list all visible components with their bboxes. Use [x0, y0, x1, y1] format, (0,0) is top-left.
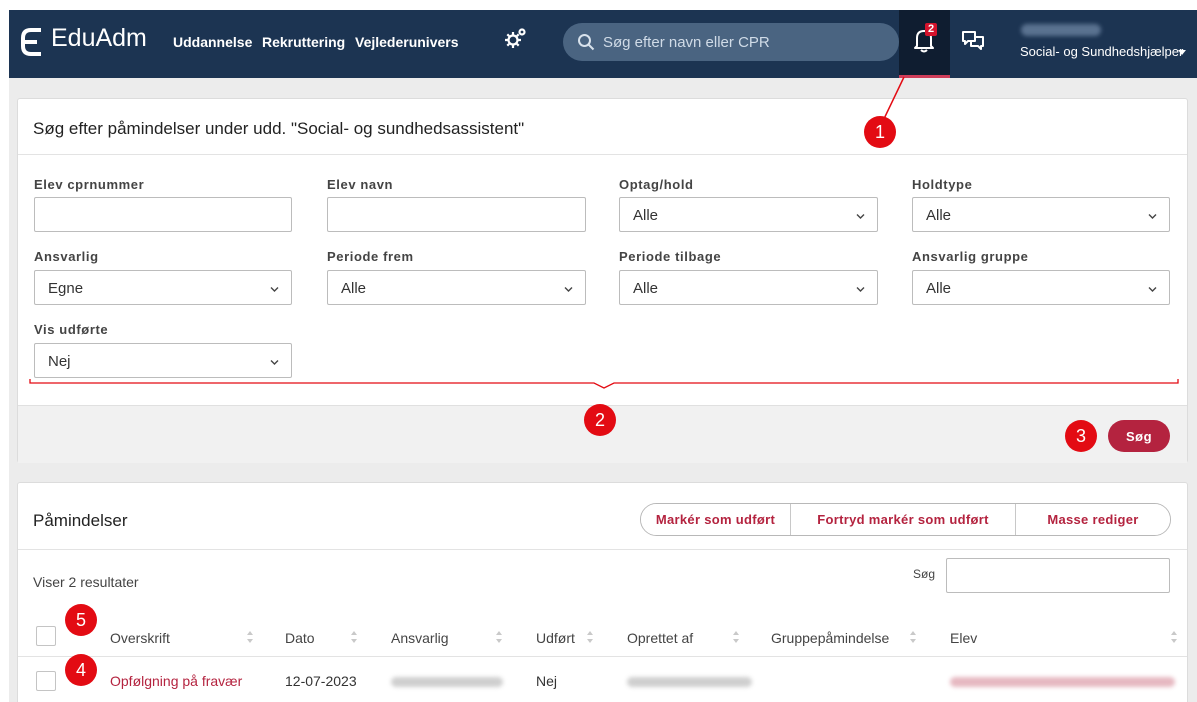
elev-cpr-input[interactable] — [34, 197, 292, 232]
periode-frem-value: Alle — [341, 280, 367, 297]
chevron-down-icon — [856, 214, 865, 219]
reminder-created-by — [627, 677, 752, 687]
chevron-down-icon — [564, 287, 573, 292]
chevron-down-icon — [1148, 214, 1157, 219]
global-search-input[interactable] — [603, 23, 883, 61]
chevron-down-icon — [270, 360, 279, 365]
periode-tilbage-select[interactable]: Alle — [619, 270, 878, 305]
chevron-down-icon — [1148, 287, 1157, 292]
sort-icon[interactable] — [1170, 628, 1178, 646]
table-search-label: Søg — [913, 567, 936, 581]
notifications-button[interactable]: 2 — [899, 10, 950, 78]
divider — [18, 154, 1187, 155]
role-selector[interactable]: Social- og Sundhedshjælper — [1020, 44, 1183, 59]
chevron-down-icon — [270, 287, 279, 292]
periode-tilbage-value: Alle — [633, 280, 659, 297]
holdtype-value: Alle — [926, 207, 952, 224]
ansvarlig-select[interactable]: Egne — [34, 270, 292, 305]
reminder-actions: Markér som udført Fortryd markér som udf… — [640, 503, 1171, 536]
divider — [18, 549, 1187, 550]
annotation-marker-3: 3 — [1065, 420, 1097, 452]
label-elev-cpr: Elev cprnummer — [34, 177, 145, 192]
bulk-edit-button[interactable]: Masse rediger — [1016, 504, 1170, 535]
nav-rekruttering[interactable]: Rekruttering — [262, 34, 345, 50]
ansvarlig-value: Egne — [48, 280, 84, 297]
search-button[interactable]: Søg — [1108, 420, 1170, 452]
chat-icon[interactable] — [961, 30, 985, 54]
optag-hold-select[interactable]: Alle — [619, 197, 878, 232]
label-optag-hold: Optag/hold — [619, 177, 694, 192]
logo-icon[interactable] — [21, 28, 43, 56]
column-dato[interactable]: Dato — [285, 630, 315, 646]
column-elev[interactable]: Elev — [950, 630, 977, 646]
logo-text[interactable]: EduAdm — [51, 24, 147, 53]
undo-mark-done-button[interactable]: Fortryd markér som udført — [791, 504, 1016, 535]
annotation-marker-5: 5 — [65, 604, 97, 636]
vis-udforte-value: Nej — [48, 353, 71, 370]
select-all-checkbox[interactable] — [36, 626, 56, 646]
label-ansvarlig-gruppe: Ansvarlig gruppe — [912, 249, 1029, 264]
reminder-student-link[interactable] — [950, 677, 1175, 687]
nav-vejlederunivers[interactable]: Vejlederunivers — [355, 34, 459, 50]
label-holdtype: Holdtype — [912, 177, 973, 192]
nav-uddannelse[interactable]: Uddannelse — [173, 34, 252, 50]
optag-hold-value: Alle — [633, 207, 659, 224]
result-count: Viser 2 resultater — [33, 574, 139, 590]
annotation-bracket — [29, 379, 1179, 389]
ansvarlig-gruppe-select[interactable]: Alle — [912, 270, 1170, 305]
sort-icon[interactable] — [909, 628, 917, 646]
vis-udforte-select[interactable]: Nej — [34, 343, 292, 378]
search-icon — [578, 34, 595, 51]
sort-icon[interactable] — [732, 628, 740, 646]
reminder-responsible — [391, 677, 503, 687]
global-search — [563, 23, 899, 61]
sort-icon[interactable] — [495, 628, 503, 646]
sort-icon[interactable] — [586, 628, 594, 646]
annotation-marker-2: 2 — [584, 404, 616, 436]
filter-panel-title: Søg efter påmindelser under udd. "Social… — [33, 119, 525, 138]
label-vis-udforte: Vis udførte — [34, 322, 109, 337]
label-periode-frem: Periode frem — [327, 249, 414, 264]
column-ansvarlig[interactable]: Ansvarlig — [391, 630, 449, 646]
elev-navn-input[interactable] — [327, 197, 586, 232]
column-overskrift[interactable]: Overskrift — [110, 630, 170, 646]
annotation-marker-1: 1 — [864, 116, 896, 148]
column-oprettet-af[interactable]: Oprettet af — [627, 630, 693, 646]
label-ansvarlig: Ansvarlig — [34, 249, 99, 264]
reminders-panel: Påmindelser Markér som udført Fortryd ma… — [17, 482, 1188, 702]
settings-gear-icon[interactable] — [502, 26, 528, 52]
column-gruppepaamindelse[interactable]: Gruppepåmindelse — [771, 630, 889, 646]
sort-icon[interactable] — [350, 628, 358, 646]
periode-frem-select[interactable]: Alle — [327, 270, 586, 305]
label-elev-navn: Elev navn — [327, 177, 394, 192]
top-navigation: EduAdm Uddannelse Rekruttering Vejlederu… — [9, 10, 1197, 78]
label-periode-tilbage: Periode tilbage — [619, 249, 722, 264]
sort-icon[interactable] — [246, 628, 254, 646]
role-caret-icon[interactable] — [1178, 50, 1186, 55]
annotation-marker-4: 4 — [65, 654, 97, 686]
reminder-title-link[interactable]: Opfølgning på fravær — [110, 673, 242, 689]
reminder-date: 12-07-2023 — [285, 673, 357, 689]
column-udfort[interactable]: Udført — [536, 630, 575, 646]
page-background: EduAdm Uddannelse Rekruttering Vejlederu… — [9, 10, 1197, 702]
chevron-down-icon — [856, 287, 865, 292]
row-checkbox[interactable] — [36, 671, 56, 691]
notification-badge: 2 — [925, 23, 938, 36]
holdtype-select[interactable]: Alle — [912, 197, 1170, 232]
divider — [18, 656, 1187, 657]
ansvarlig-gruppe-value: Alle — [926, 280, 952, 297]
mark-done-button[interactable]: Markér som udført — [641, 504, 791, 535]
table-search-input[interactable] — [946, 558, 1170, 593]
reminders-title: Påmindelser — [33, 511, 128, 530]
reminder-done: Nej — [536, 673, 558, 689]
user-name[interactable] — [1021, 24, 1101, 36]
